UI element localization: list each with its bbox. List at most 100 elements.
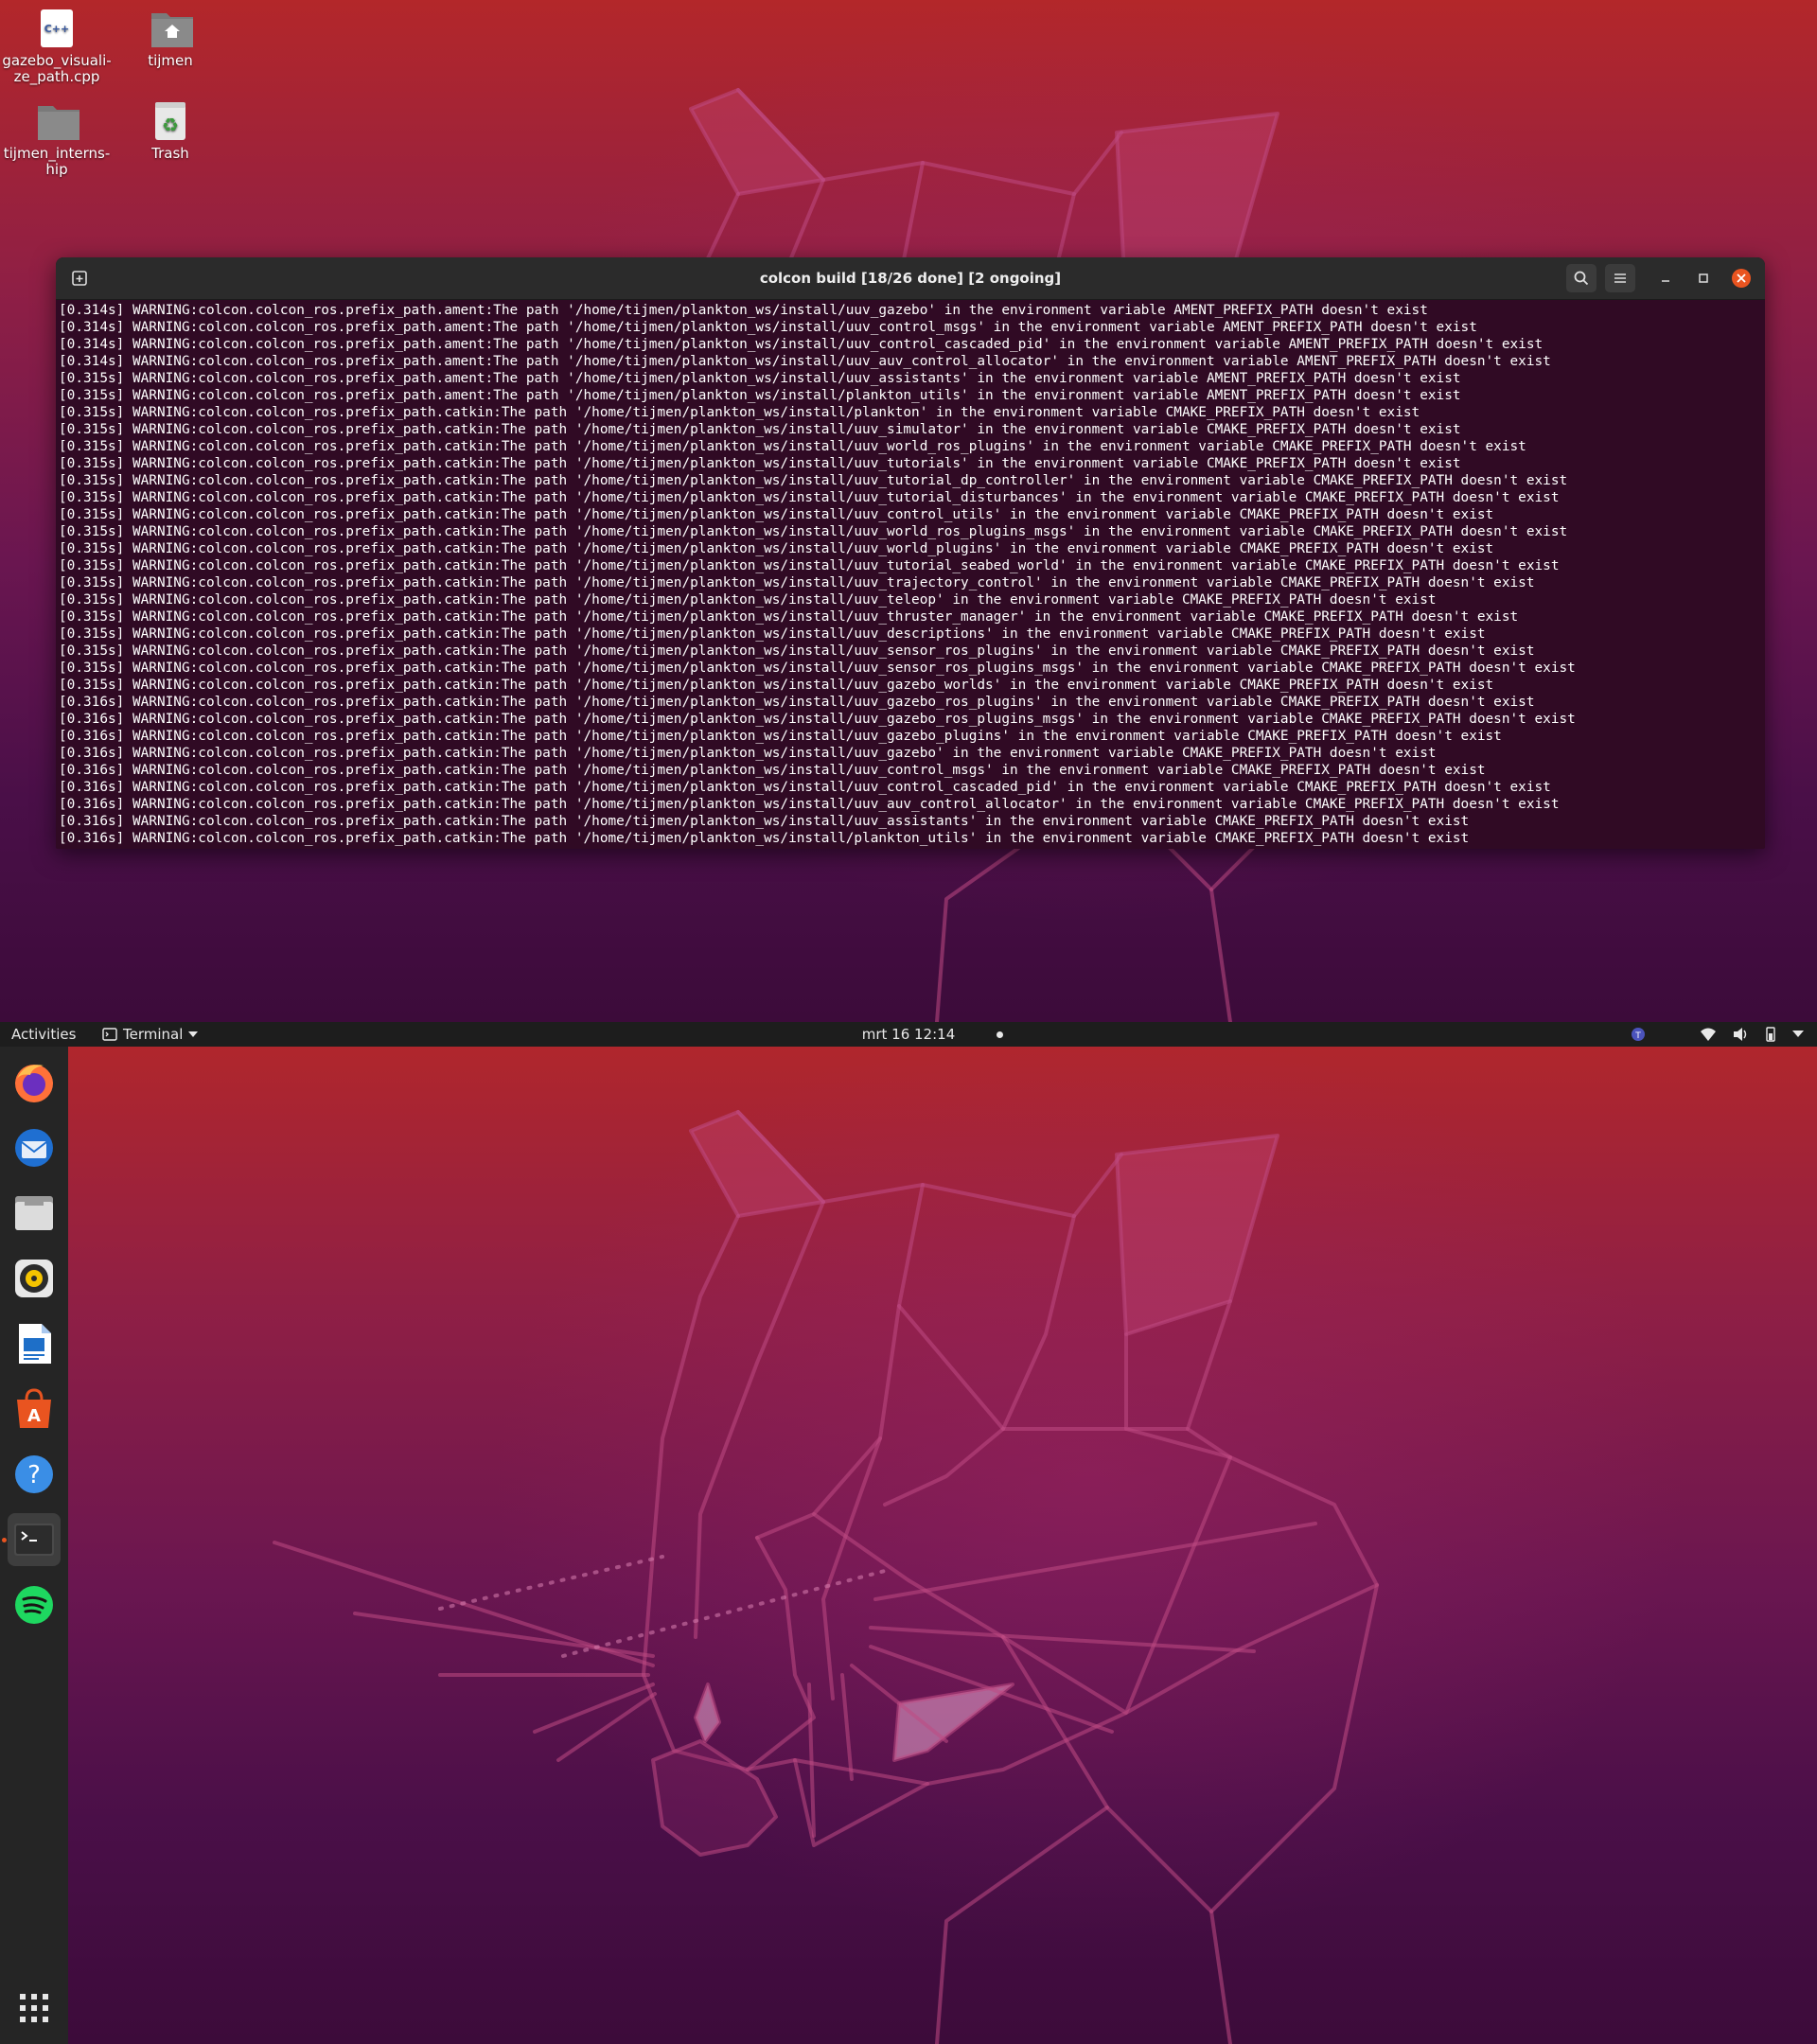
writer-icon (19, 1324, 51, 1364)
volume-icon[interactable] (1732, 1027, 1749, 1042)
dock-item-help[interactable]: ? (8, 1448, 61, 1501)
terminal-line: [0.315s] WARNING:colcon.colcon_ros.prefi… (59, 507, 1494, 522)
wifi-icon[interactable] (1700, 1027, 1717, 1042)
dock-item-writer[interactable] (8, 1317, 61, 1370)
maximize-icon (1699, 273, 1708, 283)
dock-item-spotify[interactable] (8, 1578, 61, 1631)
minimize-icon (1662, 280, 1669, 282)
terminal-line: [0.315s] WARNING:colcon.colcon_ros.prefi… (59, 541, 1494, 556)
desktop-icon-label: gazebo_visuali- (2, 52, 112, 69)
rhythmbox-icon (15, 1260, 53, 1297)
maximize-button[interactable] (1692, 267, 1715, 290)
svg-text:T: T (1634, 1031, 1641, 1041)
software-icon: A (17, 1388, 51, 1428)
cpp-file-icon: C++ (36, 8, 78, 49)
close-icon (1732, 269, 1751, 288)
terminal-line: [0.316s] WARNING:colcon.colcon_ros.prefi… (59, 712, 1576, 727)
desktop-icon-cpp-file[interactable]: C++ gazebo_visuali- ze_path.cpp (0, 8, 114, 85)
terminal-line: [0.315s] WARNING:colcon.colcon_ros.prefi… (59, 490, 1560, 505)
terminal-line: [0.315s] WARNING:colcon.colcon_ros.prefi… (59, 592, 1437, 608)
dock-item-software[interactable]: A (8, 1383, 61, 1436)
terminal-line: [0.314s] WARNING:colcon.colcon_ros.prefi… (59, 354, 1551, 369)
terminal-line: [0.315s] WARNING:colcon.colcon_ros.prefi… (59, 405, 1420, 420)
desktop-icon-label: hip (45, 161, 68, 178)
terminal-line: [0.315s] WARNING:colcon.colcon_ros.prefi… (59, 643, 1535, 659)
terminal-line: [0.315s] WARNING:colcon.colcon_ros.prefi… (59, 626, 1486, 642)
desktop-icon-folder[interactable]: tijmen_interns- hip (0, 100, 114, 178)
terminal-line: [0.315s] WARNING:colcon.colcon_ros.prefi… (59, 371, 1461, 386)
show-applications-button[interactable] (8, 1982, 61, 2035)
search-icon (1574, 271, 1589, 286)
help-icon: ? (15, 1455, 53, 1493)
terminal-title: colcon build [18/26 done] [2 ongoing] (759, 270, 1062, 287)
trash-icon: ♻ (150, 100, 191, 142)
dock-item-thunderbird[interactable] (8, 1121, 61, 1174)
hamburger-menu-icon (1614, 273, 1626, 283)
gnome-top-bar: Activities Terminal mrt 16 12:14 T (0, 1022, 1817, 1047)
desktop-icon-label: Trash (151, 145, 189, 162)
dock-item-firefox[interactable] (8, 1056, 61, 1109)
teams-icon[interactable]: T (1630, 1027, 1647, 1042)
terminal-line: [0.315s] WARNING:colcon.colcon_ros.prefi… (59, 661, 1576, 676)
notification-dot (997, 1031, 1003, 1038)
menu-button[interactable] (1605, 264, 1635, 292)
terminal-line: [0.315s] WARNING:colcon.colcon_ros.prefi… (59, 422, 1461, 437)
wallpaper-cat (273, 1110, 1379, 2044)
terminal-scrollbar[interactable] (1752, 300, 1757, 849)
desktop-icon-home[interactable]: tijmen (114, 8, 227, 69)
running-indicator (2, 1538, 7, 1542)
terminal-line: [0.315s] WARNING:colcon.colcon_ros.prefi… (59, 439, 1526, 454)
desktop-icon-label: tijmen (148, 52, 193, 69)
terminal-line: [0.316s] WARNING:colcon.colcon_ros.prefi… (59, 780, 1551, 795)
dock-item-rhythmbox[interactable] (8, 1252, 61, 1305)
terminal-line: [0.314s] WARNING:colcon.colcon_ros.prefi… (59, 320, 1477, 335)
desktop-icon-trash[interactable]: ♻ Trash (114, 100, 227, 162)
terminal-icon (14, 1524, 54, 1556)
terminal-line: [0.314s] WARNING:colcon.colcon_ros.prefi… (59, 303, 1428, 318)
terminal-line: [0.316s] WARNING:colcon.colcon_ros.prefi… (59, 729, 1502, 744)
desktop-bottom: Activities Terminal mrt 16 12:14 T A ? (0, 1022, 1817, 2044)
minimize-button[interactable] (1654, 267, 1677, 290)
svg-text:?: ? (27, 1461, 41, 1489)
terminal-header-bar[interactable]: colcon build [18/26 done] [2 ongoing] (56, 257, 1765, 300)
terminal-line: [0.315s] WARNING:colcon.colcon_ros.prefi… (59, 575, 1535, 590)
terminal-line: [0.315s] WARNING:colcon.colcon_ros.prefi… (59, 473, 1568, 488)
terminal-line: [0.315s] WARNING:colcon.colcon_ros.prefi… (59, 558, 1560, 573)
system-tray[interactable]: T (1630, 1022, 1804, 1047)
svg-text:C++: C++ (44, 23, 70, 35)
terminal-window[interactable]: colcon build [18/26 done] [2 ongoing] [0… (56, 257, 1765, 849)
dock-item-terminal[interactable] (8, 1513, 61, 1566)
terminal-line: [0.316s] WARNING:colcon.colcon_ros.prefi… (59, 814, 1470, 829)
terminal-line: [0.315s] WARNING:colcon.colcon_ros.prefi… (59, 678, 1494, 693)
desktop-icon-label: tijmen_interns- (3, 145, 111, 162)
files-icon (15, 1196, 53, 1230)
svg-text:♻: ♻ (162, 114, 179, 136)
dock: A ? (0, 1047, 68, 2044)
power-menu-chevron-icon[interactable] (1792, 1031, 1804, 1038)
terminal-output[interactable]: [0.314s] WARNING:colcon.colcon_ros.prefi… (56, 300, 1748, 849)
svg-text:A: A (27, 1406, 41, 1426)
terminal-line: [0.314s] WARNING:colcon.colcon_ros.prefi… (59, 337, 1544, 352)
terminal-line: [0.315s] WARNING:colcon.colcon_ros.prefi… (59, 388, 1461, 403)
spotify-icon (15, 1586, 53, 1624)
dock-item-files[interactable] (8, 1187, 61, 1240)
folder-icon (36, 100, 79, 142)
app-grid-icon (20, 1994, 48, 2022)
terminal-line: [0.316s] WARNING:colcon.colcon_ros.prefi… (59, 831, 1470, 846)
terminal-line: [0.316s] WARNING:colcon.colcon_ros.prefi… (59, 746, 1437, 761)
terminal-line: [0.316s] WARNING:colcon.colcon_ros.prefi… (59, 763, 1486, 778)
desktop-icon-label: ze_path.cpp (13, 68, 100, 85)
clock[interactable]: mrt 16 12:14 (0, 1022, 1817, 1047)
terminal-line: [0.316s] WARNING:colcon.colcon_ros.prefi… (59, 695, 1535, 710)
terminal-line: [0.315s] WARNING:colcon.colcon_ros.prefi… (59, 524, 1568, 539)
close-button[interactable] (1730, 267, 1753, 290)
terminal-line: [0.316s] WARNING:colcon.colcon_ros.prefi… (59, 797, 1560, 812)
terminal-line: [0.315s] WARNING:colcon.colcon_ros.prefi… (59, 609, 1519, 625)
firefox-icon (15, 1065, 53, 1102)
home-folder-icon (150, 8, 193, 49)
search-button[interactable] (1566, 264, 1596, 292)
battery-icon[interactable] (1764, 1027, 1777, 1042)
thunderbird-icon (15, 1129, 53, 1167)
desktop-top: C++ gazebo_visuali- ze_path.cpp tijmen t… (0, 0, 1817, 1022)
terminal-line: [0.315s] WARNING:colcon.colcon_ros.prefi… (59, 456, 1461, 471)
